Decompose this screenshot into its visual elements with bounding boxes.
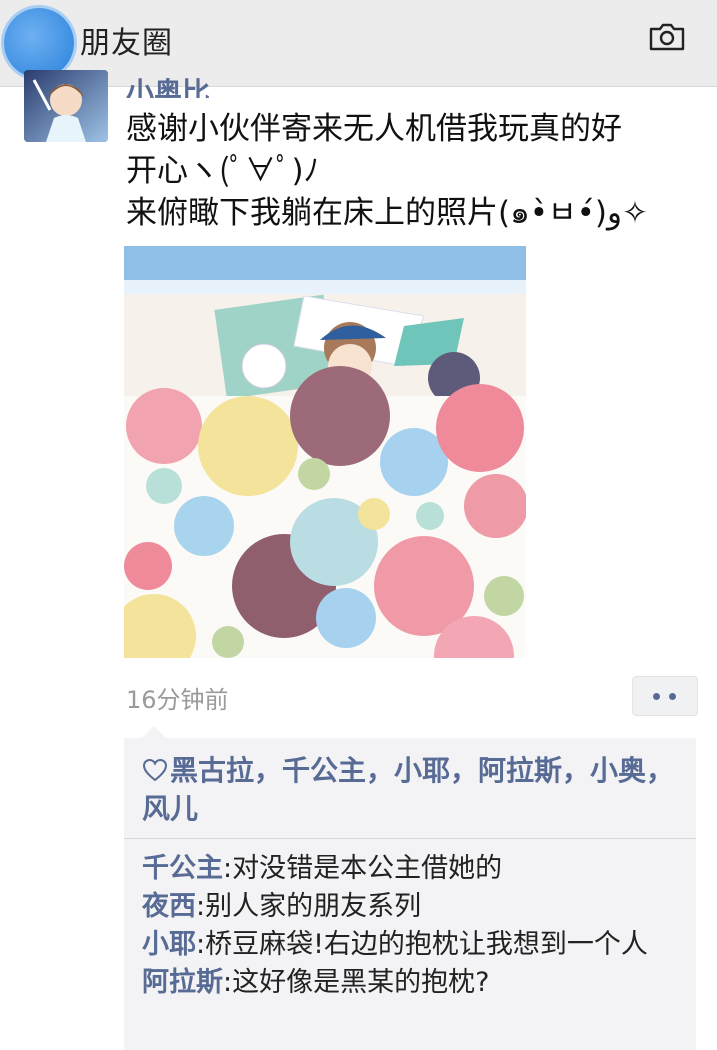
dot-icon <box>669 693 676 700</box>
comment-list: 千公主:对没错是本公主借她的 夜西:别人家的朋友系列 小耶:桥豆麻袋!右边的抱枕… <box>142 850 682 1002</box>
comment-separator: : <box>196 891 206 922</box>
comment-item[interactable]: 小耶:桥豆麻袋!右边的抱枕让我想到一个人 <box>142 926 682 964</box>
post-photo[interactable] <box>124 246 526 658</box>
camera-icon[interactable] <box>648 22 686 52</box>
liker-names[interactable]: 黑古拉，千公主，小耶，阿拉斯，小奥，风儿 <box>142 754 674 825</box>
comment-item[interactable]: 阿拉斯:这好像是黑某的抱枕? <box>142 964 682 1002</box>
author-avatar[interactable] <box>24 70 108 142</box>
comment-separator: : <box>223 853 233 884</box>
comment-author[interactable]: 千公主 <box>142 853 223 884</box>
divider <box>124 838 696 839</box>
post-text: 感谢小伙伴寄来无人机借我玩真的好 开心ヽ(ﾟ∀ﾟ)ﾉ 来俯瞰下我躺在床上的照片(… <box>126 111 648 231</box>
likes-list[interactable]: 黑古拉，千公主，小耶，阿拉斯，小奥，风儿 <box>142 752 682 828</box>
heart-icon <box>142 758 168 782</box>
my-avatar[interactable] <box>4 8 74 78</box>
comment-author[interactable]: 小耶 <box>142 929 196 960</box>
comment-author[interactable]: 夜西 <box>142 891 196 922</box>
comment-author[interactable]: 阿拉斯 <box>142 967 223 998</box>
author-name[interactable]: 小奥比 <box>126 68 210 98</box>
interaction-panel: 黑古拉，千公主，小耶，阿拉斯，小奥，风儿 千公主:对没错是本公主借她的 夜西:别… <box>124 726 696 1050</box>
comment-item[interactable]: 夜西:别人家的朋友系列 <box>142 888 682 926</box>
comment-separator: : <box>223 967 233 998</box>
comment-text: 别人家的朋友系列 <box>205 891 422 922</box>
page-title: 朋友圈 <box>80 26 173 61</box>
more-actions-button[interactable] <box>632 676 698 716</box>
comment-item[interactable]: 千公主:对没错是本公主借她的 <box>142 850 682 888</box>
comment-separator: : <box>196 929 206 960</box>
comment-text: 对没错是本公主借她的 <box>232 853 503 884</box>
dot-icon <box>653 693 660 700</box>
comment-text: 这好像是黑某的抱枕? <box>232 967 490 998</box>
post-timestamp: 16分钟前 <box>126 686 229 714</box>
comment-text: 桥豆麻袋!右边的抱枕让我想到一个人 <box>205 929 648 960</box>
